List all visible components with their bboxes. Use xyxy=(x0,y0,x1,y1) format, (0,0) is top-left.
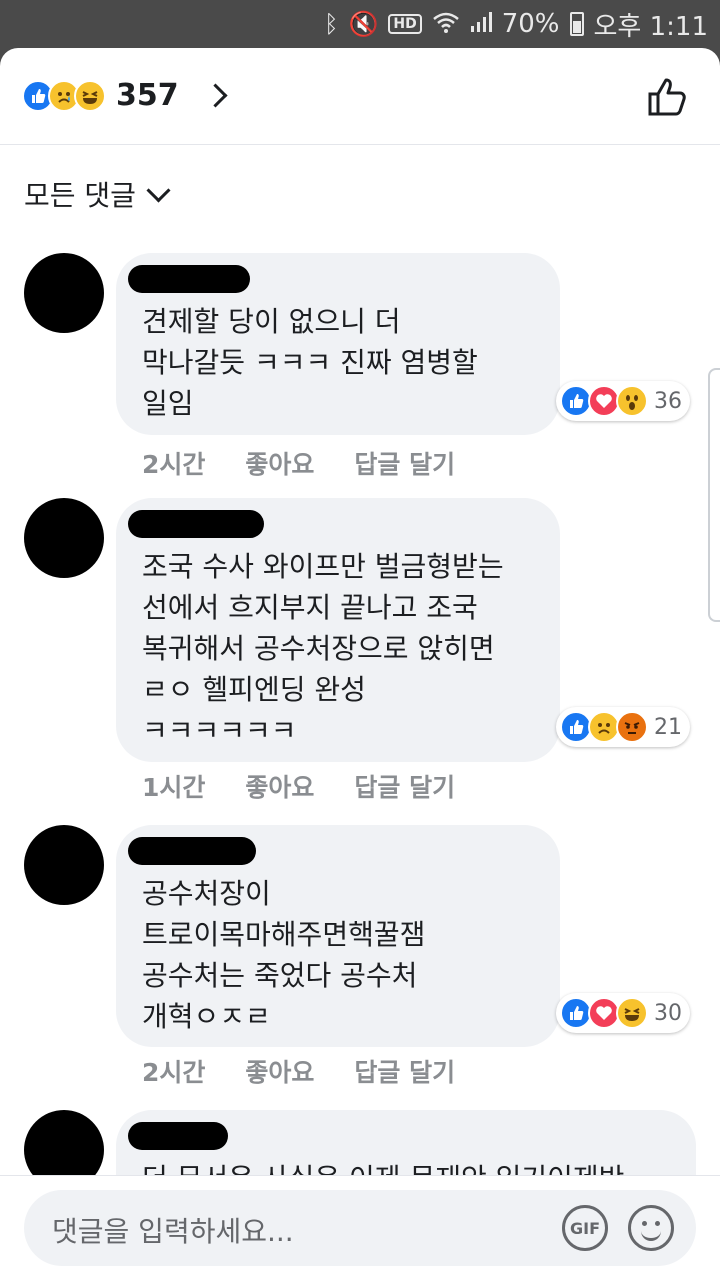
reaction-count: 357 xyxy=(116,78,179,113)
comment-text: 공수처장이 트로이목마해주면핵꿀잼 공수처는 죽었다 공수처 개혁ㅇㅈㄹ xyxy=(142,877,426,1033)
reactions-header[interactable]: 357 xyxy=(0,48,720,145)
comment-item: 공수처장이 트로이목마해주면핵꿀잼 공수처는 죽었다 공수처 개혁ㅇㅈㄹ 30 … xyxy=(0,825,720,1095)
comment-item: 조국 수사 와이프만 벌금형받는 선에서 흐지부지 끝나고 조국 복귀해서 공수… xyxy=(0,498,720,808)
battery-icon xyxy=(569,12,584,36)
like-button[interactable]: 좋아요 xyxy=(245,768,314,804)
comment-input[interactable]: 댓글을 입력하세요... GIF xyxy=(24,1190,696,1266)
reply-button[interactable]: 답글 달기 xyxy=(354,1053,455,1089)
comment-reactions-badge[interactable]: 36 xyxy=(556,381,690,421)
haha-reaction-icon xyxy=(74,79,106,112)
haha-reaction-icon xyxy=(616,997,648,1029)
filter-label: 모든 댓글 xyxy=(24,179,136,212)
wifi-icon xyxy=(432,11,460,37)
hd-voice-icon: HD xyxy=(388,14,422,34)
clock: 오후 1:11 xyxy=(593,11,709,42)
reaction-count: 21 xyxy=(654,714,682,740)
reaction-count: 30 xyxy=(654,1000,682,1026)
chevron-down-icon xyxy=(146,177,171,203)
like-button[interactable]: 좋아요 xyxy=(245,1053,314,1089)
chevron-right-icon xyxy=(203,83,228,108)
reply-button[interactable]: 답글 달기 xyxy=(354,768,455,804)
comment-filter-dropdown[interactable]: 모든 댓글 xyxy=(24,174,171,214)
comment-time: 2시간 xyxy=(142,450,206,479)
avatar[interactable] xyxy=(24,825,104,905)
comment-actions: 2시간 좋아요 답글 달기 xyxy=(142,1053,495,1089)
comment-composer: 댓글을 입력하세요... GIF xyxy=(0,1175,720,1280)
avatar[interactable] xyxy=(24,498,104,578)
avatar[interactable] xyxy=(24,1110,104,1180)
comment-item: 견제할 당이 없으니 더 막나갈듯 ㅋㅋㅋ 진짜 염병할 일임 36 2시간 좋… xyxy=(0,253,720,483)
comment-actions: 1시간 좋아요 답글 달기 xyxy=(142,768,495,804)
like-post-button[interactable] xyxy=(646,74,690,118)
redacted-author-name xyxy=(128,837,256,865)
comment-bubble[interactable]: 조국 수사 와이프만 벌금형받는 선에서 흐지부지 끝나고 조국 복귀해서 공수… xyxy=(116,498,560,762)
bluetooth-icon: ᛒ xyxy=(324,10,339,38)
comment-bubble[interactable]: 더 무서운 사실은 이제 문재안 임기이제반 xyxy=(116,1110,696,1180)
emoji-icon[interactable] xyxy=(628,1205,674,1251)
reply-button[interactable]: 답글 달기 xyxy=(354,445,455,481)
battery-percent: 70% xyxy=(501,9,560,39)
comment-bubble[interactable]: 공수처장이 트로이목마해주면핵꿀잼 공수처는 죽었다 공수처 개혁ㅇㅈㄹ xyxy=(116,825,560,1047)
status-bar: ᛒ 🔇 HD 70% 오후 1:11 xyxy=(0,0,720,48)
redacted-author-name xyxy=(128,510,264,538)
like-button[interactable]: 좋아요 xyxy=(245,445,314,481)
comment-text: 견제할 당이 없으니 더 막나갈듯 ㅋㅋㅋ 진짜 염병할 일임 xyxy=(142,305,478,420)
comment-bubble[interactable]: 견제할 당이 없으니 더 막나갈듯 ㅋㅋㅋ 진짜 염병할 일임 xyxy=(116,253,560,435)
redacted-author-name xyxy=(128,265,250,293)
redacted-author-name xyxy=(128,1122,228,1150)
comment-reactions-badge[interactable]: 30 xyxy=(556,993,690,1033)
comment-text: 조국 수사 와이프만 벌금형받는 선에서 흐지부지 끝나고 조국 복귀해서 공수… xyxy=(142,550,504,747)
comment-actions: 2시간 좋아요 답글 달기 xyxy=(142,445,495,481)
mute-icon: 🔇 xyxy=(348,10,379,38)
comments-sheet: 357 모든 댓글 견제할 당이 없으니 더 막나갈듯 ㅋㅋㅋ 진짜 염병할 일… xyxy=(0,48,720,1280)
comment-reactions-badge[interactable]: 21 xyxy=(556,707,690,747)
comment-time: 2시간 xyxy=(142,1058,206,1087)
gif-button[interactable]: GIF xyxy=(562,1205,608,1251)
comment-item: 더 무서운 사실은 이제 문재안 임기이제반 xyxy=(0,1110,720,1180)
avatar[interactable] xyxy=(24,253,104,333)
signal-icon xyxy=(470,11,492,37)
status-icons: ᛒ 🔇 HD 70% 오후 1:11 xyxy=(324,8,709,42)
reaction-summary[interactable]: 357 xyxy=(22,78,228,113)
comment-time: 1시간 xyxy=(142,773,206,802)
wow-reaction-icon xyxy=(616,385,648,417)
angry-reaction-icon xyxy=(616,711,648,743)
comment-input-placeholder: 댓글을 입력하세요... xyxy=(52,1215,294,1248)
reaction-count: 36 xyxy=(654,388,682,414)
thumbs-up-icon xyxy=(648,78,686,116)
